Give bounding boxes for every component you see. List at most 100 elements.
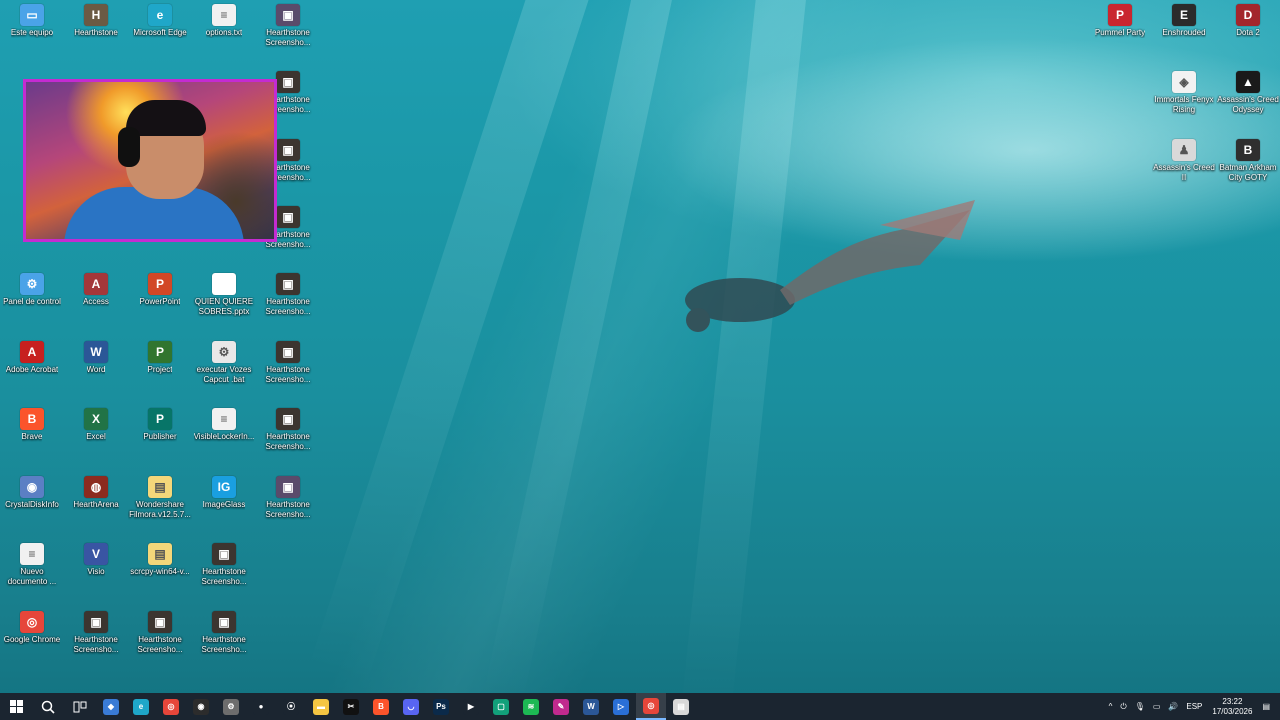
taskbar-app-button[interactable]: ◉ — [186, 693, 216, 720]
desktop-icon[interactable]: ▣ Hearthstone Screensho... — [64, 611, 128, 655]
desktop-icon[interactable]: ▣ Hearthstone Screensho... — [256, 273, 320, 317]
desktop-icon[interactable]: ≡ Nuevo documento ... — [0, 543, 64, 587]
clock-time: 23:22 — [1222, 696, 1243, 706]
task-view-icon — [73, 701, 87, 712]
desktop-icon[interactable]: ♟ Assassin's Creed II — [1152, 139, 1216, 183]
desktop-icon-label: Google Chrome — [3, 635, 61, 644]
freediver-image — [685, 200, 975, 332]
desktop-icon[interactable]: B Batman Arkham City GOTY — [1216, 139, 1280, 183]
desktop-icon-label: PowerPoint — [139, 297, 181, 306]
microphone-icon[interactable]: 🎙 — [1135, 702, 1145, 711]
desktop-icon[interactable]: ▤ scrcpy-win64-v... — [128, 543, 192, 577]
desktop-icon[interactable]: ≡ options.txt — [192, 4, 256, 38]
taskbar-app-button[interactable]: ◎ — [156, 693, 186, 720]
desktop-icon[interactable]: ◉ CrystalDiskInfo — [0, 476, 64, 510]
desktop-icon[interactable]: ▭ Este equipo — [0, 4, 64, 38]
taskbar-app-button[interactable]: ⚙ — [216, 693, 246, 720]
network-icon[interactable]: ▭ — [1153, 702, 1161, 711]
taskbar-app-button[interactable]: ◡ — [396, 693, 426, 720]
volume-icon[interactable]: 🔊 — [1168, 702, 1178, 711]
image-file-icon: ▣ — [212, 611, 236, 633]
image-file-icon: ▣ — [84, 611, 108, 633]
desktop-icon[interactable]: ⚙ executar Vozes Capcut .bat — [192, 341, 256, 385]
desktop-icon[interactable]: A Adobe Acrobat — [0, 341, 64, 375]
desktop-icon-label: Dota 2 — [1236, 28, 1260, 37]
windows-logo-icon — [9, 700, 23, 713]
start-button[interactable] — [0, 693, 32, 720]
screen-app-icon: ▢ — [493, 698, 509, 715]
media-player-icon: ▷ — [613, 698, 629, 715]
desktop-icon[interactable]: e Microsoft Edge — [128, 4, 192, 38]
desktop-icon[interactable]: H Hearthstone — [64, 4, 128, 38]
desktop-icon-label: ImageGlass — [202, 500, 246, 509]
desktop-icon[interactable]: ⚙ Panel de control — [0, 273, 64, 307]
desktop-icon[interactable]: P Project — [128, 341, 192, 375]
taskbar-app-button[interactable]: ≋ — [516, 693, 546, 720]
image-file-icon: ▣ — [276, 206, 300, 228]
task-view-button[interactable] — [64, 693, 96, 720]
taskbar-app-button[interactable]: e — [126, 693, 156, 720]
text-file-icon: ≡ — [20, 543, 44, 565]
desktop-icon[interactable]: W Word — [64, 341, 128, 375]
desktop-icon[interactable]: ▣ Hearthstone Screensho... — [192, 611, 256, 655]
desktop-icon[interactable]: D Dota 2 — [1216, 4, 1280, 38]
taskbar-app-button[interactable]: ◎ — [636, 693, 666, 720]
taskbar-app-button[interactable]: B — [366, 693, 396, 720]
taskbar-app-button[interactable]: ⦿ — [276, 693, 306, 720]
taskbar-app-button[interactable]: ▢ — [486, 693, 516, 720]
taskbar-app-button[interactable]: ✂ — [336, 693, 366, 720]
search-button[interactable] — [32, 693, 64, 720]
desktop-icon[interactable]: ▣ Hearthstone Screensho... — [256, 341, 320, 385]
desktop-icon[interactable]: P Pummel Party — [1088, 4, 1152, 38]
desktop-icon[interactable]: ▣ Hearthstone Screensho... — [192, 543, 256, 587]
taskbar-app-button[interactable]: Ps — [426, 693, 456, 720]
desktop-icon[interactable]: ▣ Hearthstone Screensho... — [128, 611, 192, 655]
desktop-icon-label: Assassin's Creed II — [1153, 163, 1215, 182]
capcut-icon: ✂ — [343, 698, 359, 715]
show-hidden-icons-chevron-icon[interactable]: ^ — [1109, 702, 1113, 711]
desktop-icon[interactable]: E Enshrouded — [1152, 4, 1216, 38]
desktop-icon-label: Visio — [87, 567, 105, 576]
desktop-icon-label: QUIEN QUIERE SOBRES.pptx — [194, 297, 254, 316]
desktop-icon[interactable]: A Access — [64, 273, 128, 307]
desktop-icon[interactable]: V Visio — [64, 543, 128, 577]
desktop-icon[interactable]: ▣ Hearthstone Screensho... — [256, 476, 320, 520]
taskbar-app-button[interactable]: ▶ — [456, 693, 486, 720]
desktop-icon[interactable]: ◈ Immortals Fenyx Rising — [1152, 71, 1216, 115]
desktop-icon[interactable]: ◍ HearthArena — [64, 476, 128, 510]
usb-icon[interactable]: ⏻ — [1120, 702, 1126, 712]
desktop-icon[interactable]: X Excel — [64, 408, 128, 442]
headphones-icon — [118, 127, 140, 167]
assassins-creed-icon: ▲ — [1236, 71, 1260, 93]
desktop-icon-label: Hearthstone Screensho... — [201, 567, 247, 586]
desktop-icon[interactable]: ▣ Hearthstone Screensho... — [256, 4, 320, 48]
printer-app-icon: ▤ — [673, 698, 689, 715]
taskbar-app-button[interactable]: ▷ — [606, 693, 636, 720]
assassins-creed-icon: ♟ — [1172, 139, 1196, 161]
taskbar-app-button[interactable]: ▤ — [666, 693, 696, 720]
desktop-icon-label: Hearthstone Screensho... — [201, 635, 247, 654]
taskbar-app-button[interactable]: W — [576, 693, 606, 720]
taskbar-app-button[interactable]: ◆ — [96, 693, 126, 720]
taskbar-app-button[interactable]: ● — [246, 693, 276, 720]
desktop-icon[interactable]: IG ImageGlass — [192, 476, 256, 510]
image-file-icon: ▣ — [276, 273, 300, 295]
clock[interactable]: 23:22 17/03/2026 — [1212, 697, 1252, 717]
taskbar-app-button[interactable]: ▬ — [306, 693, 336, 720]
desktop-icon[interactable]: B Brave — [0, 408, 64, 442]
edge-icon: e — [133, 698, 149, 715]
desktop-icon[interactable]: ≡ VisibleLockerIn... — [192, 408, 256, 442]
language-indicator[interactable]: ESP — [1186, 702, 1202, 711]
project-icon: P — [148, 341, 172, 363]
desktop-icon[interactable]: QUIEN QUIERE SOBRES.pptx — [192, 273, 256, 317]
desktop-icon[interactable]: P Publisher — [128, 408, 192, 442]
notifications-icon[interactable]: ▤ — [1262, 702, 1270, 711]
desktop-icon[interactable]: ▤ Wondershare Filmora.v12.5.7... — [128, 476, 192, 520]
pptx-file-icon — [212, 273, 236, 295]
desktop-icon-label: Publisher — [143, 432, 177, 441]
desktop-icon[interactable]: ◎ Google Chrome — [0, 611, 64, 645]
desktop-icon[interactable]: P PowerPoint — [128, 273, 192, 307]
taskbar-app-button[interactable]: ✎ — [546, 693, 576, 720]
desktop-icon[interactable]: ▲ Assassin's Creed Odyssey — [1216, 71, 1280, 115]
desktop-icon[interactable]: ▣ Hearthstone Screensho... — [256, 408, 320, 452]
